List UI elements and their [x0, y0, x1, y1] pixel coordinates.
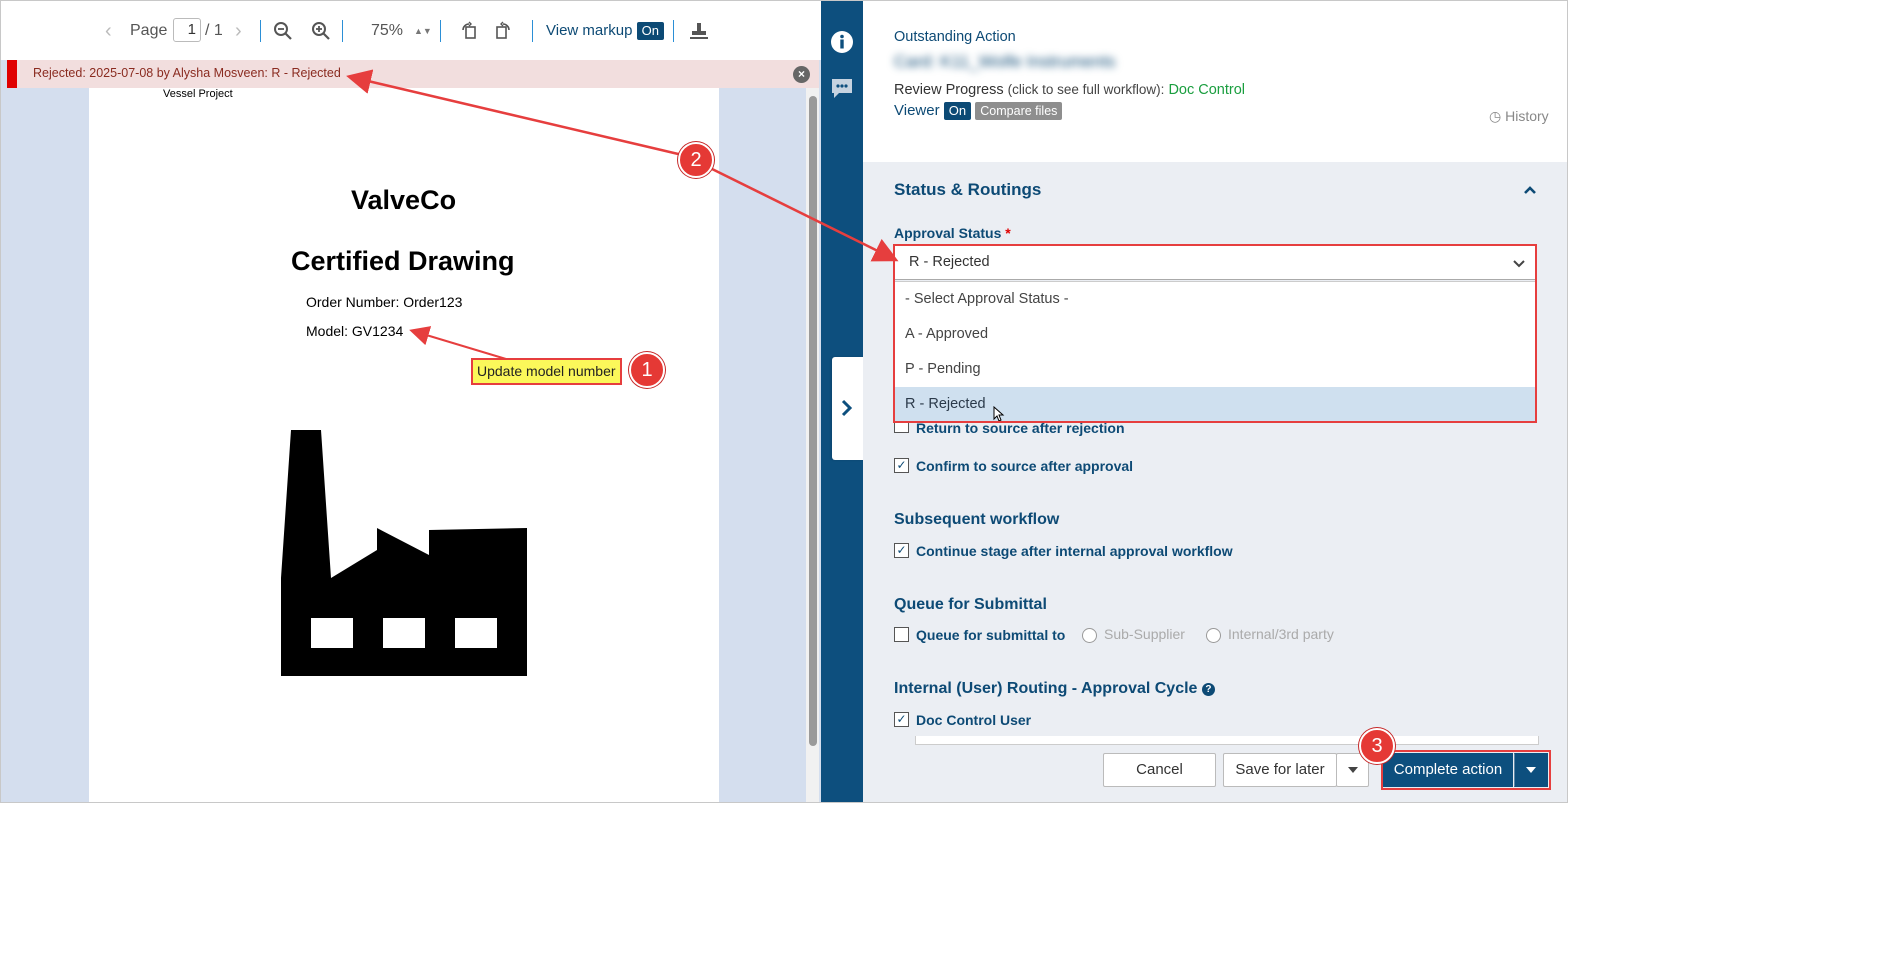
viewer-scrollbar-thumb[interactable] — [809, 96, 817, 746]
mouse-cursor-icon — [993, 406, 1005, 422]
continue-stage-checkbox[interactable]: ✓ — [894, 543, 909, 558]
confirm-to-source-checkbox[interactable]: ✓ — [894, 458, 909, 473]
document-viewer: ‹ Page 1 / 1 › 75% ▲▼ View markup On Rej… — [1, 1, 821, 802]
radio-sub-supplier-label: Sub-Supplier — [1104, 626, 1185, 642]
panel-header: Outstanding Action Card: K11_Wolfe Instr… — [863, 1, 1567, 162]
approval-status-value: R - Rejected — [909, 254, 990, 270]
review-progress-label: Review Progress — [894, 82, 1004, 98]
history-link[interactable]: ◷ History — [1489, 108, 1549, 125]
dropdown-option[interactable]: - Select Approval Status - — [895, 282, 1535, 317]
dropdown-option-selected[interactable]: R - Rejected — [895, 387, 1535, 422]
document-page: Vessel Project ValveCo Certified Drawing… — [89, 88, 719, 802]
approval-status-label-text: Approval Status — [894, 225, 1002, 241]
close-icon[interactable]: × — [793, 66, 810, 83]
rotate-right-icon[interactable] — [493, 19, 513, 43]
required-mark: * — [1005, 225, 1011, 241]
toolbar-divider — [342, 20, 343, 42]
internal-routing-title: Internal (User) Routing - Approval Cycle… — [894, 680, 1215, 698]
approval-status-select[interactable]: R - Rejected — [894, 245, 1536, 280]
panel-footer: Cancel Save for later Complete action — [863, 736, 1567, 802]
radio-sub-supplier[interactable] — [1082, 628, 1097, 643]
doc-project-name: Vessel Project — [163, 88, 233, 100]
rejection-banner: Rejected: 2025-07-08 by Alysha Mosveen: … — [7, 60, 819, 88]
approval-status-dropdown: - Select Approval Status - A - Approved … — [894, 281, 1536, 423]
doc-order-number: Order Number: Order123 — [306, 294, 463, 310]
save-for-later-button[interactable]: Save for later — [1223, 753, 1337, 787]
chevron-right-icon — [841, 399, 853, 417]
cancel-button[interactable]: Cancel — [1103, 753, 1216, 787]
factory-icon — [281, 430, 527, 676]
collapse-panel-tab[interactable] — [832, 357, 863, 460]
viewer-on-badge[interactable]: On — [943, 102, 972, 120]
queue-submittal-checkbox[interactable] — [894, 627, 909, 642]
compare-files-button[interactable]: Compare files — [975, 102, 1063, 120]
radio-internal-3rd-party[interactable] — [1206, 628, 1221, 643]
routing-list-edge — [915, 736, 1539, 745]
dropdown-option[interactable]: A - Approved — [895, 317, 1535, 352]
chevron-down-icon — [1513, 260, 1525, 268]
review-progress-link[interactable]: Doc Control — [1168, 82, 1245, 98]
queue-submittal-label: Queue for submittal to — [916, 627, 1066, 643]
annotation-highlight-box — [1381, 750, 1551, 790]
page-number-input[interactable]: 1 — [173, 18, 201, 42]
callout-badge: 1 — [629, 352, 665, 388]
doc-control-user-checkbox[interactable]: ✓ — [894, 712, 909, 727]
info-icon[interactable] — [830, 30, 854, 57]
page-label: Page — [130, 22, 168, 39]
help-icon[interactable]: ? — [1201, 683, 1215, 696]
action-panel: Outstanding Action Card: K11_Wolfe Instr… — [863, 1, 1567, 802]
doc-control-user-label: Doc Control User — [916, 712, 1032, 728]
view-markup-label: View markup — [546, 22, 633, 39]
toolbar-divider — [260, 20, 261, 42]
zoom-spinner-icon[interactable]: ▲▼ — [414, 19, 432, 43]
continue-stage-label: Continue stage after internal approval w… — [916, 543, 1233, 559]
zoom-select[interactable]: 75% — [371, 19, 403, 43]
review-progress-hint: (click to see full workflow): — [1007, 82, 1165, 97]
toolbar-divider — [440, 20, 441, 42]
queue-submittal-title: Queue for Submittal — [894, 596, 1047, 613]
callout-badge: 3 — [1359, 728, 1395, 764]
status-routings-title: Status & Routings — [894, 180, 1042, 199]
toolbar-divider — [673, 20, 674, 42]
rejection-banner-text: Rejected: 2025-07-08 by Alysha Mosveen: … — [33, 66, 341, 80]
doc-title: Certified Drawing — [291, 246, 515, 276]
rotate-left-icon[interactable] — [460, 19, 480, 43]
viewer-label: Viewer — [894, 102, 940, 119]
panel-title: Outstanding Action — [894, 29, 1016, 45]
stamp-icon[interactable] — [689, 19, 709, 43]
confirm-to-source-label: Confirm to source after approval — [916, 458, 1134, 474]
caret-down-icon — [1347, 767, 1358, 774]
zoom-in-icon[interactable] — [311, 19, 331, 43]
internal-routing-title-text: Internal (User) Routing - Approval Cycle — [894, 680, 1198, 697]
subsequent-workflow-title: Subsequent workflow — [894, 511, 1060, 528]
chevron-up-icon[interactable] — [1523, 185, 1537, 195]
prev-page-icon[interactable]: ‹ — [105, 19, 112, 43]
doc-model-number: Model: GV1234 — [306, 323, 404, 339]
comments-icon[interactable] — [830, 76, 854, 103]
history-label: History — [1505, 108, 1549, 124]
approval-status-label: Approval Status * — [894, 225, 1011, 241]
zoom-out-icon[interactable] — [273, 19, 293, 43]
doc-company-name: ValveCo — [351, 185, 457, 215]
radio-internal-3rd-party-label: Internal/3rd party — [1228, 626, 1334, 642]
view-markup-toggle[interactable]: View markup On — [546, 19, 664, 43]
next-page-icon[interactable]: › — [235, 19, 242, 43]
view-markup-on-badge[interactable]: On — [636, 22, 664, 40]
clock-icon: ◷ — [1489, 108, 1502, 124]
markup-annotation[interactable]: Update model number — [471, 358, 622, 385]
dropdown-option[interactable]: P - Pending — [895, 352, 1535, 387]
page-total: / 1 — [205, 22, 223, 39]
toolbar-divider — [532, 20, 533, 42]
rejection-status-bar — [7, 60, 17, 88]
viewer-toolbar: ‹ Page 1 / 1 › 75% ▲▼ View markup On — [1, 1, 821, 60]
callout-badge: 2 — [678, 142, 714, 178]
card-name: Card: K11_Wolfe Instruments — [894, 52, 1116, 71]
